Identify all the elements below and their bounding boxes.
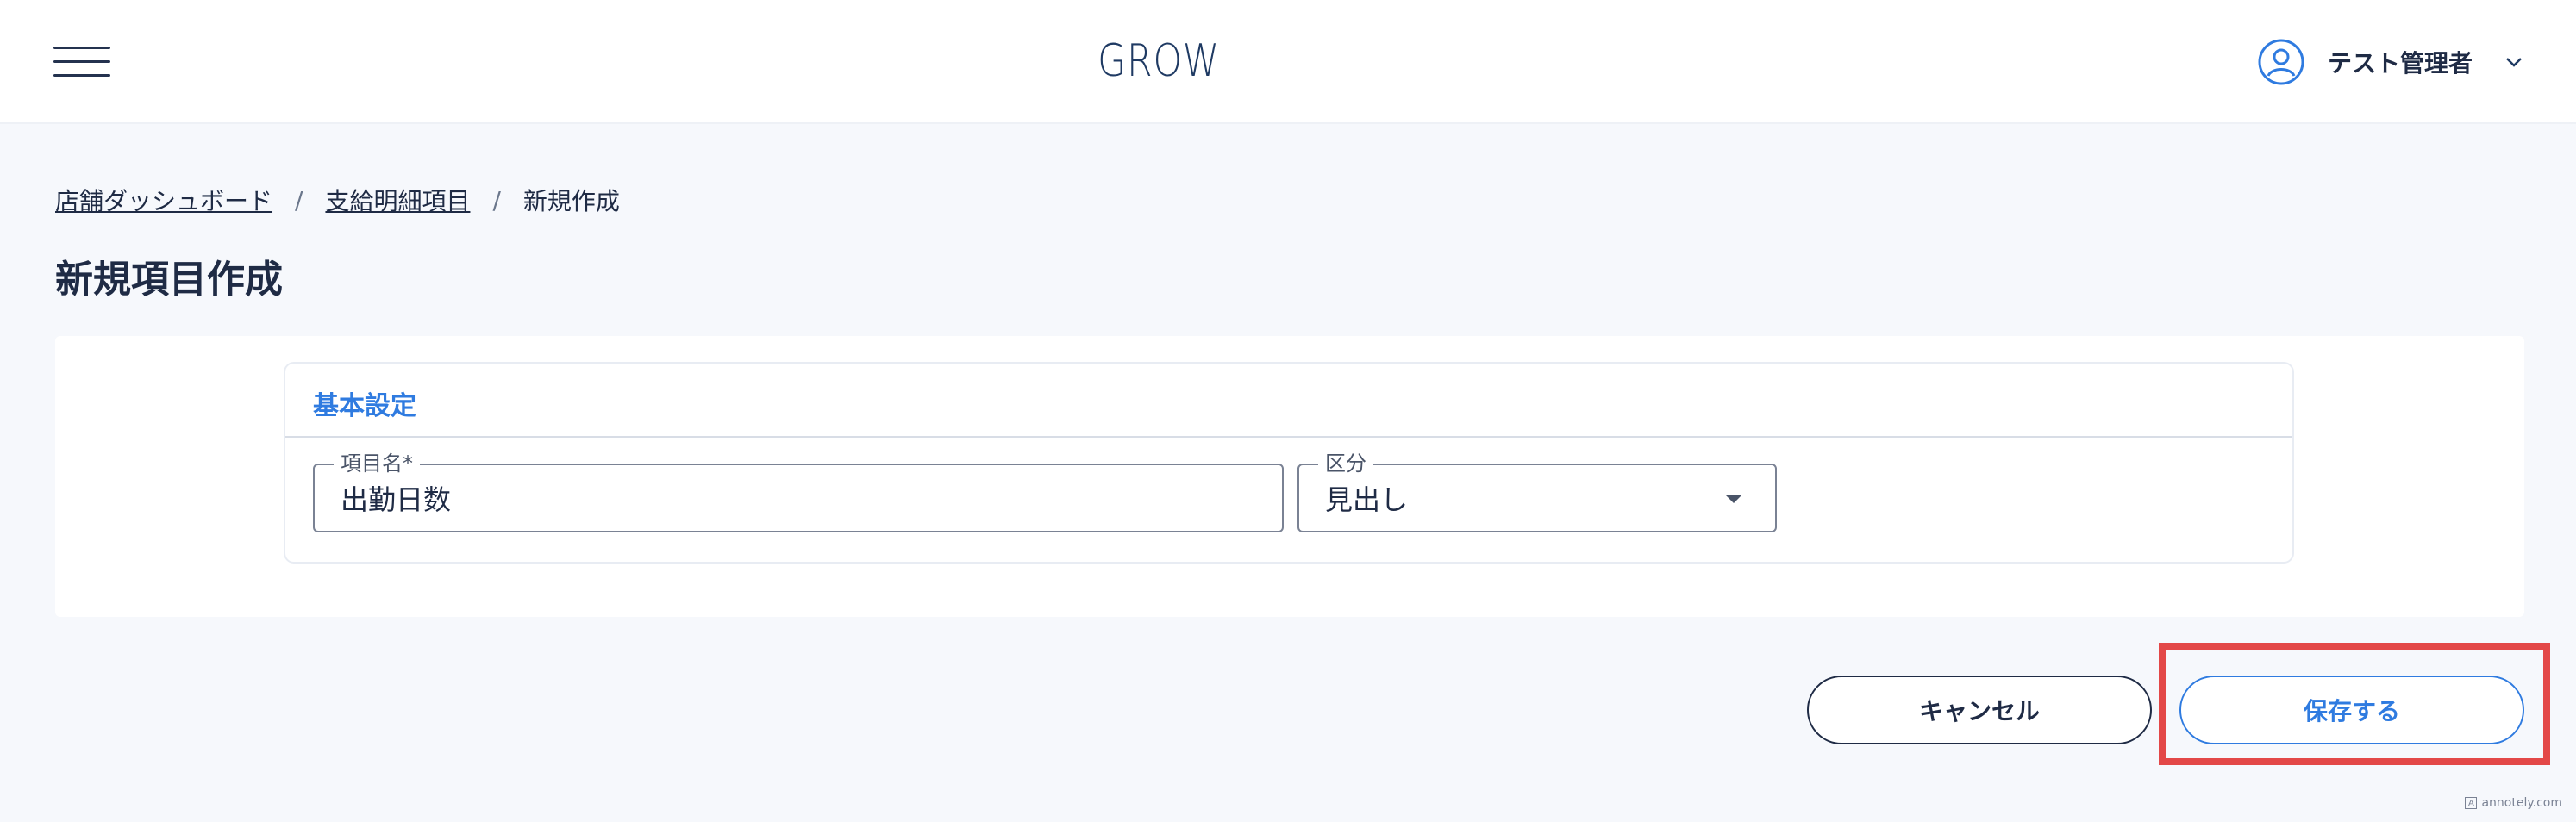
category-select[interactable]: 区分 見出し: [1297, 451, 1777, 532]
cancel-button[interactable]: キャンセル: [1807, 676, 2152, 744]
chevron-down-icon: [2506, 58, 2522, 67]
category-label: 区分: [1318, 451, 1373, 476]
item-name-field[interactable]: 項目名* 出勤日数: [313, 451, 1284, 532]
page-title: 新規項目作成: [55, 258, 283, 302]
breadcrumb-store-dashboard[interactable]: 店舗ダッシュボード: [55, 183, 272, 217]
save-button[interactable]: 保存する: [2179, 676, 2524, 744]
dropdown-caret-icon[interactable]: [1725, 495, 1742, 503]
user-circle-icon: [2258, 39, 2304, 85]
app-header: GROW テスト管理者: [0, 0, 2576, 124]
category-value[interactable]: 見出し: [1325, 483, 1408, 517]
item-name-value[interactable]: 出勤日数: [341, 483, 451, 517]
breadcrumb-current: 新規作成: [522, 187, 620, 215]
form-panel: 基本設定 項目名* 出勤日数 区分 見出し: [55, 336, 2524, 617]
watermark-text: annotely.com: [2481, 796, 2562, 810]
item-name-label: 項目名*: [334, 451, 420, 476]
breadcrumb-separator: /: [492, 185, 501, 215]
breadcrumb-separator: /: [295, 185, 303, 215]
app-logo[interactable]: GROW: [1088, 31, 1229, 91]
user-menu[interactable]: テスト管理者: [2257, 36, 2524, 88]
user-name: テスト管理者: [2327, 49, 2473, 78]
card-title: 基本設定: [313, 391, 416, 421]
breadcrumb: 店舗ダッシュボード / 支給明細項目 / 新規作成: [55, 183, 620, 217]
basic-settings-card: 基本設定 項目名* 出勤日数 区分 見出し: [284, 362, 2294, 564]
annotely-logo-icon: A: [2465, 797, 2478, 809]
breadcrumb-payment-items[interactable]: 支給明細項目: [325, 183, 470, 217]
watermark: A annotely.com: [2465, 796, 2562, 810]
card-divider: [285, 436, 2292, 438]
hamburger-menu-icon[interactable]: [53, 43, 110, 81]
